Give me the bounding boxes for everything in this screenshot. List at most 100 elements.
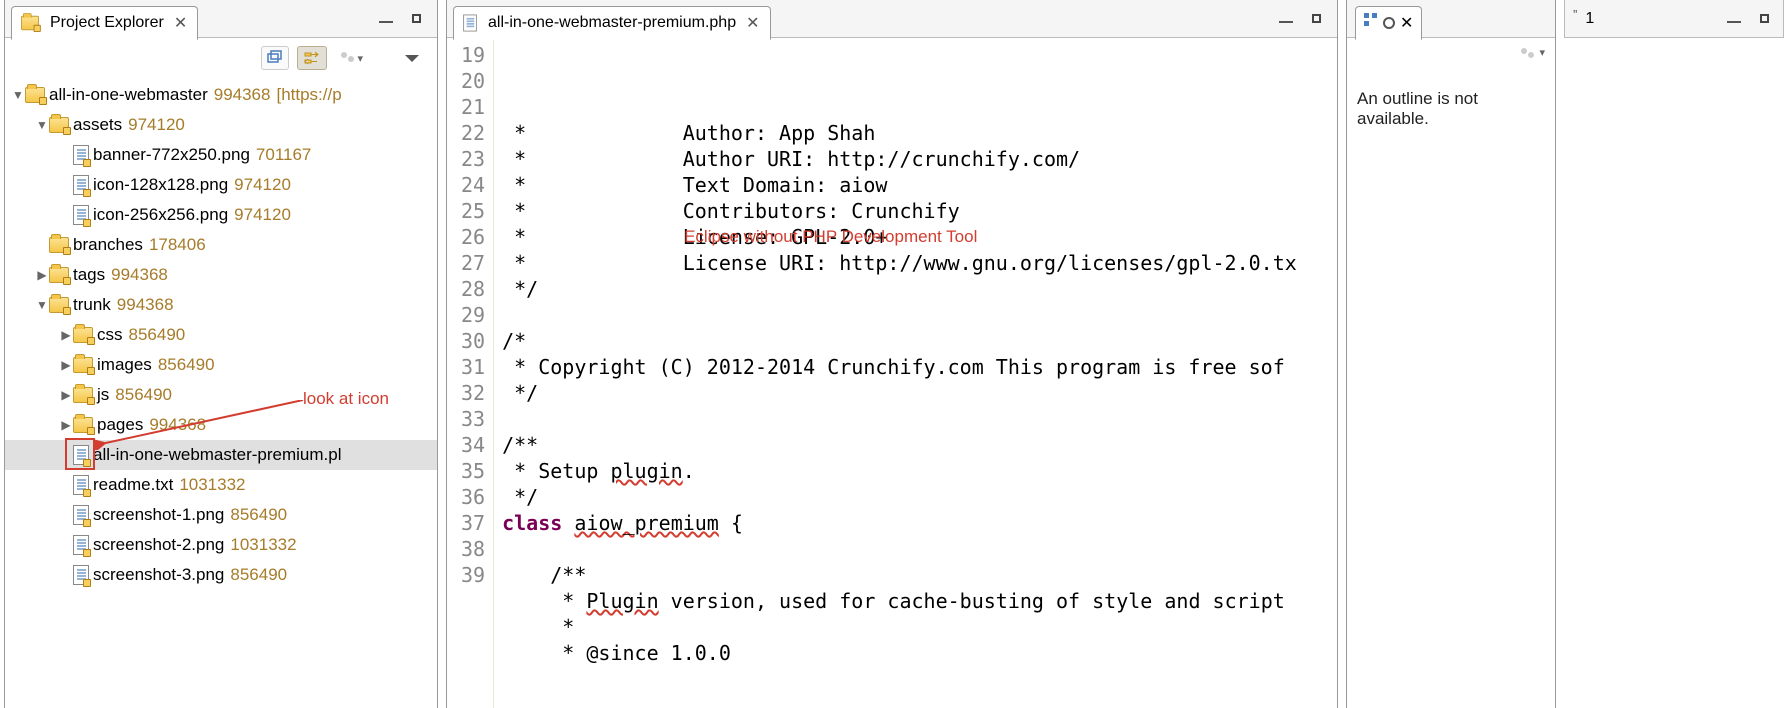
annotation-text: Eclipse without PHP Development Tool [684, 224, 977, 250]
file-icon [73, 535, 89, 555]
tool-icon[interactable] [1519, 46, 1537, 67]
expand-icon[interactable] [35, 110, 49, 140]
folder-icon [73, 417, 93, 433]
tree-row-folder[interactable]: pages994368 [5, 410, 437, 440]
tree-label: readme.txt [93, 470, 173, 500]
tree-rev: 974120 [234, 200, 291, 230]
tree-rev: 701167 [256, 140, 311, 170]
tree-label: css [97, 320, 123, 350]
tree-label: all-in-one-webmaster [49, 80, 208, 110]
tool-icon[interactable]: ▾ [335, 47, 367, 69]
file-icon [73, 475, 89, 495]
line-number-gutter: 1920212223242526272829303132333435363738… [447, 38, 494, 708]
tree-row-file[interactable]: icon-128x128.png974120 [5, 170, 437, 200]
tree-label: js [97, 380, 109, 410]
right-strip-label[interactable]: 1 [1585, 10, 1594, 28]
tree-row-folder[interactable]: css856490 [5, 320, 437, 350]
tree-extra: [https://p [276, 80, 341, 110]
link-editor-button[interactable] [297, 46, 327, 70]
minimize-icon[interactable] [375, 10, 397, 28]
tree-rev: 1031332 [179, 470, 245, 500]
tree-rev: 856490 [230, 560, 287, 590]
tree-label: all-in-one-webmaster-premium.pl [93, 440, 341, 470]
tree-rev: 856490 [158, 350, 215, 380]
folder-icon [49, 267, 69, 283]
expand-icon[interactable] [59, 410, 73, 440]
tree-label: tags [73, 260, 105, 290]
close-icon[interactable]: ✕ [746, 13, 759, 33]
file-icon [73, 445, 89, 465]
folder-icon [73, 387, 93, 403]
expand-icon[interactable] [11, 80, 25, 110]
tree-row-assets[interactable]: assets 974120 [5, 110, 437, 140]
file-icon [463, 14, 477, 31]
tab-label: all-in-one-webmaster-premium.php [488, 14, 736, 32]
file-icon [73, 145, 89, 165]
minimize-icon[interactable] [1275, 10, 1297, 28]
tree-label: screenshot-2.png [93, 530, 224, 560]
outline-tab[interactable]: ✕ [1355, 6, 1422, 40]
folder-icon [73, 327, 93, 343]
tree-row-folder[interactable]: js856490 [5, 380, 437, 410]
right-strip: ” 1 [1564, 0, 1784, 708]
quote-icon: ” [1573, 7, 1577, 22]
project-explorer-panel: Project Explorer ✕ ▾ all-in-one-webmaste… [4, 0, 438, 708]
close-icon[interactable]: ✕ [1400, 13, 1413, 33]
tree-row-file[interactable]: icon-256x256.png974120 [5, 200, 437, 230]
maximize-icon[interactable] [1753, 10, 1775, 28]
file-icon [73, 505, 89, 525]
outline-tabbar: ✕ [1347, 0, 1555, 38]
tree-row-file[interactable]: readme.txt1031332 [5, 470, 437, 500]
collapse-all-button[interactable] [261, 46, 289, 70]
close-icon[interactable]: ✕ [174, 13, 187, 33]
tree-row-project[interactable]: all-in-one-webmaster 994368 [https://p [5, 80, 437, 110]
file-icon [73, 175, 89, 195]
tree-rev: 856490 [115, 380, 172, 410]
tree-row-file[interactable]: banner-772x250.png701167 [5, 140, 437, 170]
file-icon [73, 565, 89, 585]
tree-label: images [97, 350, 152, 380]
editor-body[interactable]: 1920212223242526272829303132333435363738… [447, 38, 1337, 708]
explorer-tabbar: Project Explorer ✕ [5, 0, 437, 38]
tree-rev: 994368 [149, 410, 206, 440]
tree-rev: 178406 [149, 230, 206, 260]
tree-row-file[interactable]: screenshot-1.png856490 [5, 500, 437, 530]
tree-label: pages [97, 410, 143, 440]
maximize-icon[interactable] [1305, 10, 1327, 28]
tree-label: branches [73, 230, 143, 260]
outline-tree-icon [1364, 13, 1378, 32]
tree-rev: 994368 [111, 260, 168, 290]
chevron-down-icon[interactable]: ▾ [1539, 46, 1545, 67]
tree-rev: 856490 [129, 320, 186, 350]
tree-row-file[interactable]: screenshot-3.png856490 [5, 560, 437, 590]
tree-rev: 994368 [214, 80, 271, 110]
view-menu-icon[interactable] [401, 49, 423, 67]
tree-label: screenshot-1.png [93, 500, 224, 530]
expand-icon[interactable] [59, 380, 73, 410]
expand-icon[interactable] [59, 320, 73, 350]
outline-panel: ✕ ▾ An outline is not available. [1346, 0, 1556, 708]
tree-row-file-selected[interactable]: all-in-one-webmaster-premium.pl [5, 440, 437, 470]
expand-icon[interactable] [35, 290, 49, 320]
tree-rev: 994368 [117, 290, 174, 320]
maximize-icon[interactable] [405, 10, 427, 28]
tree-row-trunk[interactable]: trunk994368 [5, 290, 437, 320]
tree-row-tags[interactable]: tags994368 [5, 260, 437, 290]
tree-label: icon-256x256.png [93, 200, 228, 230]
tree-row-folder[interactable]: images856490 [5, 350, 437, 380]
project-tree: all-in-one-webmaster 994368 [https://p a… [5, 78, 437, 708]
tree-label: icon-128x128.png [93, 170, 228, 200]
tree-row-branches[interactable]: branches178406 [5, 230, 437, 260]
tree-label: trunk [73, 290, 111, 320]
file-icon [73, 205, 89, 225]
expand-icon[interactable] [59, 350, 73, 380]
tree-row-file[interactable]: screenshot-2.png1031332 [5, 530, 437, 560]
tree-rev: 856490 [230, 500, 287, 530]
folder-icon [49, 297, 69, 313]
code-area[interactable]: Eclipse without PHP Development Tool * A… [494, 38, 1337, 708]
project-explorer-tab[interactable]: Project Explorer ✕ [11, 6, 198, 40]
minimize-icon[interactable] [1723, 10, 1745, 28]
tree-label: banner-772x250.png [93, 140, 250, 170]
expand-icon[interactable] [35, 260, 49, 290]
editor-tab[interactable]: all-in-one-webmaster-premium.php ✕ [453, 6, 771, 40]
